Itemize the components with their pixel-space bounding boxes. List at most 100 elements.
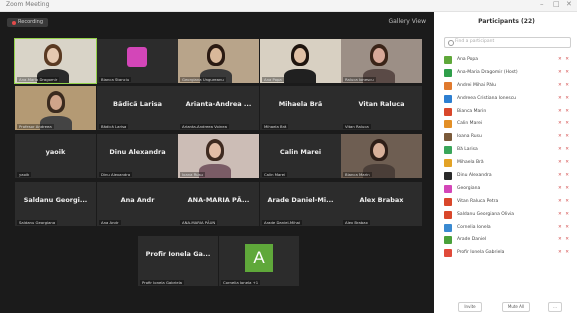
participant-row[interactable]: Dinu Alexandra ✕ ✕ xyxy=(444,170,572,183)
participant-row[interactable]: Bianca Marin ✕ ✕ xyxy=(444,106,572,119)
search-icon xyxy=(448,40,454,46)
tile-display-name: Dinu Alexandra xyxy=(109,148,166,156)
muted-mic-camera-icon: ✕ ✕ xyxy=(558,224,570,230)
recording-indicator[interactable]: Recording xyxy=(7,18,49,27)
mute-all-button[interactable]: Mute All xyxy=(502,302,530,312)
participant-row[interactable]: Ioana Rusu ✕ ✕ xyxy=(444,131,572,144)
participant-name: Vitan Raluca Petra xyxy=(457,198,499,204)
participant-avatar xyxy=(444,223,452,232)
invite-button[interactable]: Invite xyxy=(458,302,482,312)
tile-caption: Georgiana Ungureanu xyxy=(180,77,226,82)
participant-row[interactable]: Profir Ionela Gabriela ✕ ✕ xyxy=(444,247,572,260)
tile-caption: Vitan Raluca xyxy=(343,124,371,129)
participant-name: Andrei Mihai Pălu xyxy=(457,82,496,88)
participant-row[interactable]: Cornelia Ionela ✕ ✕ xyxy=(444,222,572,235)
muted-mic-camera-icon: ✕ ✕ xyxy=(558,134,570,140)
participant-list: Ana Popa ✕ ✕ Ana-Maria Dragomir (Host) ✕ ✕ A… xyxy=(444,54,572,260)
maximize-icon[interactable]: □ xyxy=(553,0,560,8)
participant-row[interactable]: Bă Larisa ✕ ✕ xyxy=(444,144,572,157)
participant-name: Ioana Rusu xyxy=(457,134,482,140)
participant-avatar xyxy=(444,146,452,155)
participant-name: Mihaela Bră xyxy=(457,160,484,166)
video-tile[interactable]: Ana-Maria Dragomir xyxy=(14,38,97,84)
video-tile[interactable]: Calin Marei Calin Marei xyxy=(260,134,341,178)
video-tile[interactable]: Ana Andr Ana Andr xyxy=(97,182,178,226)
participant-avatar xyxy=(444,249,452,258)
participant-row[interactable]: Andrei Mihai Pălu ✕ ✕ xyxy=(444,80,572,93)
tile-display-name: Saldanu Georgi... xyxy=(23,196,88,204)
participant-name: Ana-Maria Dragomir (Host) xyxy=(457,69,518,75)
video-tile[interactable]: Mihaela Bră Mihaela Bră xyxy=(260,86,341,130)
participant-name: Andreea Cristiana Ionescu xyxy=(457,95,517,101)
search-placeholder: Find a participant xyxy=(455,39,495,44)
avatar: A xyxy=(245,244,273,272)
participant-name: Saldanu Georgiana Olivia xyxy=(457,211,515,217)
video-tile[interactable]: Profir Ionela Ga... Profir Ionela Gabriel… xyxy=(138,236,218,286)
participant-name: Bă Larisa xyxy=(457,147,478,153)
window-titlebar: Zoom Meeting – □ ✕ xyxy=(0,0,577,12)
video-tile[interactable]: Profesor Andreea xyxy=(15,86,96,130)
participant-row[interactable]: Saldanu Georgiana Olivia ✕ ✕ xyxy=(444,209,572,222)
participant-row[interactable]: Georgiana ✕ ✕ xyxy=(444,183,572,196)
participant-name: Ana Popa xyxy=(457,57,479,62)
participant-row[interactable]: Calin Marei ✕ ✕ xyxy=(444,118,572,131)
participant-avatar xyxy=(444,120,452,129)
window-title: Zoom Meeting xyxy=(6,1,50,8)
video-tile[interactable]: Vitan Raluca Vitan Raluca xyxy=(341,86,422,130)
tile-display-name: Mihaela Bră xyxy=(278,100,323,108)
muted-mic-camera-icon: ✕ ✕ xyxy=(558,82,570,88)
tile-caption: Profir Ionela Gabriela xyxy=(140,280,184,285)
video-tile[interactable]: Georgiana Ungureanu xyxy=(178,39,259,83)
muted-mic-camera-icon: ✕ ✕ xyxy=(558,160,570,166)
video-tile[interactable]: Bianca Stanciu xyxy=(97,39,178,83)
video-tile[interactable]: Bianca Marin xyxy=(341,134,422,178)
recording-label: Recording xyxy=(18,19,44,25)
tile-display-name: Arade Daniel-Mi... xyxy=(267,196,334,204)
tile-caption: Profesor Andreea xyxy=(17,124,54,129)
participant-row[interactable]: Mihaela Bră ✕ ✕ xyxy=(444,157,572,170)
video-tile[interactable]: ANA-MARIA PĂ... ANA-MARIA PĂUN xyxy=(178,182,259,226)
participant-name: Cornelia Ionela xyxy=(457,224,491,230)
participant-avatar xyxy=(444,184,452,193)
video-tile[interactable]: Bădică Larisa Bădică Larisa xyxy=(97,86,178,130)
video-tile[interactable]: Ioana Rusu xyxy=(178,134,259,178)
muted-mic-camera-icon: ✕ ✕ xyxy=(558,147,570,153)
participant-row[interactable]: Arade Daniel ✕ ✕ xyxy=(444,234,572,247)
tile-display-name: Profir Ionela Ga... xyxy=(145,250,211,258)
video-tile[interactable]: Ana Popa xyxy=(260,39,341,83)
video-tile[interactable]: Arade Daniel-Mi... Arade Daniel-Mihai xyxy=(260,182,341,226)
video-tile[interactable]: Alex Brabax Alex Brabax xyxy=(341,182,422,226)
gallery-view-toggle[interactable]: Gallery View xyxy=(388,18,426,25)
participant-name: Profir Ionela Gabriela xyxy=(457,250,505,256)
participant-search[interactable]: Find a participant xyxy=(444,37,571,48)
minimize-icon[interactable]: – xyxy=(540,0,544,8)
participant-row[interactable]: Andreea Cristiana Ionescu ✕ ✕ xyxy=(444,93,572,106)
tile-caption: Bădică Larisa xyxy=(99,124,129,129)
tile-caption: yaoik xyxy=(17,172,32,177)
tile-display-name: Calin Marei xyxy=(279,148,322,156)
more-button[interactable]: ... xyxy=(548,302,562,312)
muted-mic-camera-icon: ✕ ✕ xyxy=(558,198,570,204)
participant-avatar xyxy=(444,107,452,116)
tile-caption: Dinu Alexandra xyxy=(99,172,133,177)
tile-caption: Arianta-Andreea Voinea xyxy=(180,124,229,129)
video-tile[interactable]: Dinu Alexandra Dinu Alexandra xyxy=(97,134,178,178)
close-icon[interactable]: ✕ xyxy=(566,0,572,8)
participant-avatar xyxy=(444,236,452,245)
video-tile[interactable]: A Cornelia Ionela +1 xyxy=(219,236,299,286)
video-tile[interactable]: Arianta-Andrea ... Arianta-Andreea Voinea xyxy=(178,86,259,130)
participants-panel: Participants (22) Find a participant Ana… xyxy=(436,12,577,313)
video-tile[interactable]: yaoik yaoik xyxy=(15,134,96,178)
video-tile[interactable]: Raluca Ionescu xyxy=(341,39,422,83)
video-tile[interactable]: Saldanu Georgi... Saldanu Georgiana xyxy=(15,182,96,226)
participant-avatar xyxy=(444,197,452,206)
tile-caption: Mihaela Bră xyxy=(262,124,289,129)
participant-row[interactable]: Vitan Raluca Petra ✕ ✕ xyxy=(444,196,572,209)
participants-footer: Invite Mute All ... xyxy=(436,302,577,313)
participant-avatar xyxy=(444,81,452,90)
participant-name: Georgiana xyxy=(457,185,481,191)
meeting-video-area: Recording Gallery View Ana-Maria Dragomi… xyxy=(0,12,434,313)
participant-row[interactable]: Ana Popa ✕ ✕ xyxy=(444,54,572,67)
participant-row[interactable]: Ana-Maria Dragomir (Host) ✕ ✕ xyxy=(444,67,572,80)
record-dot-icon xyxy=(12,20,16,25)
